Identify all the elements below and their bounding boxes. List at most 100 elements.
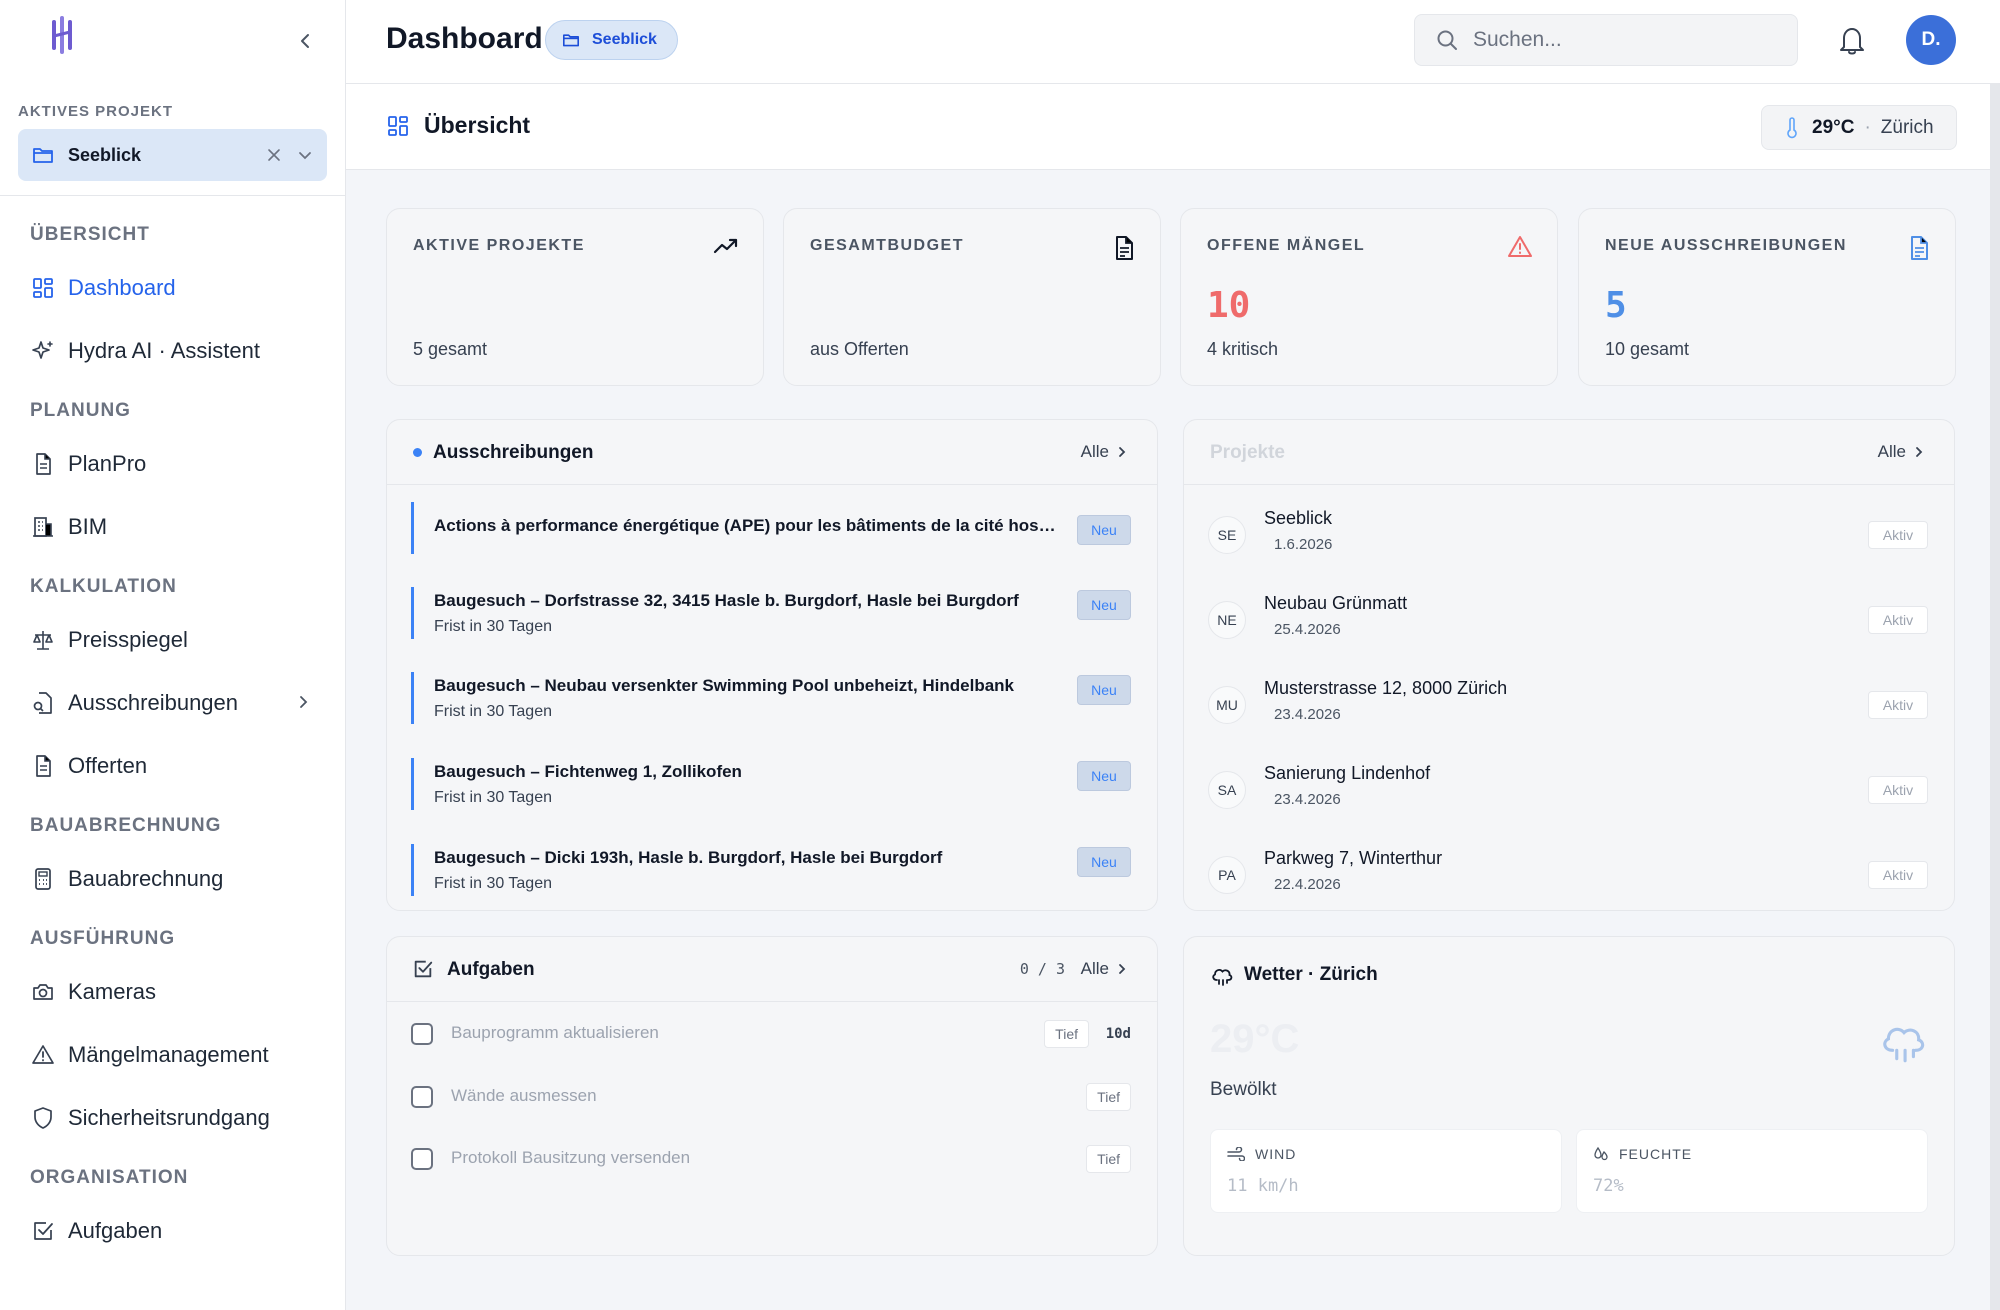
active-project-select[interactable]: Seeblick — [18, 129, 327, 181]
sidebar-item-label: Sicherheitsrundgang — [68, 1104, 270, 1130]
chevron-right-icon — [1119, 964, 1126, 974]
project-date: 22.4.2026 — [1274, 876, 1341, 893]
sidebar-item-ausschreibungen[interactable]: Ausschreibungen — [0, 671, 346, 734]
sidebar-item-label: Preisspiegel — [68, 626, 188, 652]
stat-card-total-budget[interactable]: GESAMTBUDGET aus Offerten — [783, 208, 1161, 386]
sparkle-icon — [30, 338, 56, 364]
wind-value: 11 km/h — [1227, 1176, 1299, 1196]
project-row[interactable]: MU Musterstrasse 12, 8000 Zürich 23.4.20… — [1208, 678, 1928, 734]
priority-badge: Tief — [1086, 1083, 1131, 1111]
sidebar-item-label: Bauabrechnung — [68, 865, 224, 891]
checkbox-icon — [414, 960, 433, 978]
search-input[interactable] — [1473, 28, 1773, 52]
tender-title: Actions à performance énergétique (APE) … — [434, 516, 1060, 535]
tender-item[interactable]: Baugesuch – Dicki 193h, Hasle b. Burgdor… — [411, 844, 1131, 896]
temperature-chip[interactable]: 29°C · Zürich — [1761, 105, 1957, 150]
stat-sub: 10 gesamt — [1605, 339, 1690, 359]
sidebar-nav: ÜBERSICHT Dashboard Hydra AI · Assistent… — [0, 206, 346, 1262]
scrollbar[interactable] — [1990, 84, 2000, 1310]
stat-card-new-tenders[interactable]: NEUE AUSSCHREIBUNGEN 5 10 gesamt — [1578, 208, 1956, 386]
folder-icon — [32, 145, 54, 165]
sidebar-item-label: Ausschreibungen — [68, 689, 239, 715]
project-row[interactable]: NE Neubau Grünmatt 25.4.2026 Aktiv — [1208, 593, 1928, 649]
sidebar-item-sicherheitsrundgang[interactable]: Sicherheitsrundgang — [0, 1086, 346, 1149]
project-row[interactable]: PA Parkweg 7, Winterthur 22.4.2026 Aktiv — [1208, 848, 1928, 904]
sidebar-item-label: Mängelmanagement — [68, 1041, 269, 1067]
sidebar-item-maengelmanagement[interactable]: Mängelmanagement — [0, 1023, 346, 1086]
sidebar-item-dashboard[interactable]: Dashboard — [0, 256, 346, 319]
tender-item[interactable]: Baugesuch – Fichtenweg 1, Zollikofen Fri… — [411, 758, 1131, 810]
stat-card-open-defects[interactable]: OFFENE MÄNGEL 10 4 kritisch — [1180, 208, 1558, 386]
project-date: 23.4.2026 — [1274, 791, 1341, 808]
tender-item[interactable]: Baugesuch – Neubau versenkter Swimming P… — [411, 672, 1131, 724]
nav-section-kalkulation: KALKULATION — [30, 576, 177, 597]
nav-section-ausfuehrung: AUSFÜHRUNG — [30, 928, 176, 949]
sidebar-item-preisspiegel[interactable]: Preisspiegel — [0, 608, 346, 671]
task-row[interactable]: Protokoll Bausitzung versenden Tief — [411, 1138, 1131, 1178]
task-name: Protokoll Bausitzung versenden — [451, 1148, 691, 1167]
sidebar: AKTIVES PROJEKT Seeblick ÜBERSICHT Dashb… — [0, 0, 346, 1310]
project-date: 25.4.2026 — [1274, 621, 1341, 638]
page-title: Dashboard — [386, 22, 543, 55]
humidity-box: FEUCHTE 72% — [1576, 1129, 1928, 1213]
all-link-label: Alle — [1877, 442, 1906, 461]
status-badge: Aktiv — [1868, 521, 1928, 549]
project-row[interactable]: SA Sanierung Lindenhof 23.4.2026 Aktiv — [1208, 763, 1928, 819]
sidebar-item-label: Kameras — [68, 978, 157, 1004]
cloud-rain-icon — [1212, 969, 1233, 986]
tender-badge: Neu — [1077, 675, 1131, 705]
project-badge[interactable]: Seeblick — [545, 20, 678, 60]
status-badge: Aktiv — [1868, 861, 1928, 889]
city-name: Zürich — [1880, 116, 1934, 138]
chevron-down-icon[interactable] — [297, 147, 313, 163]
dashboard-icon — [388, 115, 408, 136]
notifications-bell-icon[interactable] — [1836, 23, 1868, 57]
dashboard-icon — [30, 275, 56, 301]
avatar[interactable]: D. — [1906, 15, 1956, 65]
tender-title: Baugesuch – Dicki 193h, Hasle b. Burgdor… — [434, 848, 943, 867]
task-checkbox[interactable] — [411, 1148, 433, 1170]
sidebar-item-bauabrechnung[interactable]: Bauabrechnung — [0, 847, 346, 910]
sidebar-item-hydra-ai[interactable]: Hydra AI · Assistent — [0, 319, 346, 382]
sidebar-item-kameras[interactable]: Kameras — [0, 960, 346, 1023]
scale-icon — [30, 627, 56, 653]
sidebar-item-bim[interactable]: BIM — [0, 495, 346, 558]
sidebar-item-aufgaben[interactable]: Aufgaben — [0, 1199, 346, 1262]
app-logo-icon[interactable] — [46, 14, 78, 56]
projects-all-link[interactable]: Alle — [1878, 442, 1926, 462]
task-row[interactable]: Wände ausmessen Tief — [411, 1076, 1131, 1116]
status-dot-icon — [413, 448, 422, 457]
project-date: 1.6.2026 — [1274, 536, 1333, 553]
task-row[interactable]: Bauprogramm aktualisieren Tief 10d — [411, 1013, 1131, 1053]
tender-item[interactable]: Baugesuch – Dorfstrasse 32, 3415 Hasle b… — [411, 587, 1131, 639]
document-icon — [30, 753, 56, 779]
clear-project-icon[interactable] — [267, 148, 281, 162]
collapse-sidebar-button[interactable] — [292, 28, 318, 54]
humidity-label-text: FEUCHTE — [1619, 1146, 1693, 1162]
task-name: Bauprogramm aktualisieren — [451, 1023, 659, 1042]
folder-icon — [563, 34, 579, 47]
warning-icon — [30, 1042, 56, 1068]
chevron-right-icon — [1916, 447, 1923, 457]
stat-label: NEUE AUSSCHREIBUNGEN — [1605, 237, 1847, 254]
task-checkbox[interactable] — [411, 1023, 433, 1045]
priority-badge: Tief — [1086, 1145, 1131, 1173]
sidebar-item-label: BIM — [68, 513, 108, 539]
tenders-panel: Ausschreibungen Alle Actions à performan… — [386, 419, 1158, 911]
task-checkbox[interactable] — [411, 1086, 433, 1108]
stat-sub: 5 gesamt — [413, 339, 488, 359]
sidebar-item-offerten[interactable]: Offerten — [0, 734, 346, 797]
weather-condition: Bewölkt — [1210, 1079, 1277, 1100]
tasks-all-link[interactable]: Alle — [1081, 959, 1129, 979]
project-row[interactable]: SE Seeblick 1.6.2026 Aktiv — [1208, 508, 1928, 564]
stat-sub: 4 kritisch — [1207, 339, 1279, 359]
search-box[interactable] — [1414, 14, 1798, 66]
project-name: Parkweg 7, Winterthur — [1264, 848, 1443, 868]
cloud-rain-icon — [1883, 1027, 1925, 1063]
stat-card-active-projects[interactable]: AKTIVE PROJEKTE 5 gesamt — [386, 208, 764, 386]
sidebar-item-label: Dashboard — [68, 274, 176, 300]
tenders-all-link[interactable]: Alle — [1081, 442, 1129, 462]
tender-item[interactable]: Actions à performance énergétique (APE) … — [411, 502, 1131, 554]
sidebar-item-planpro[interactable]: PlanPro — [0, 432, 346, 495]
active-project-name: Seeblick — [68, 144, 142, 165]
